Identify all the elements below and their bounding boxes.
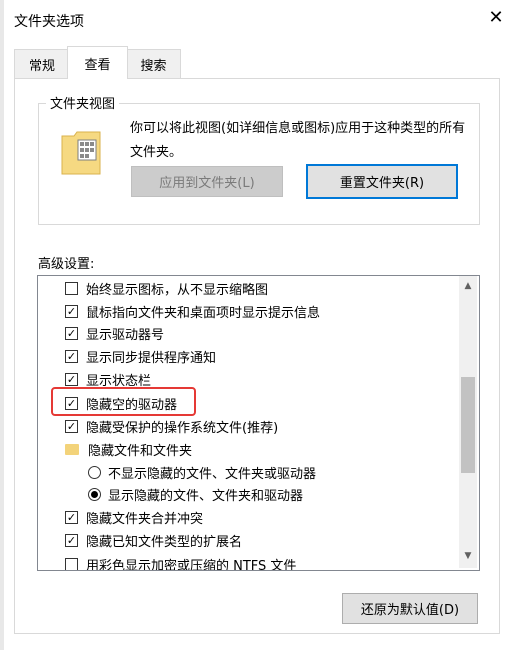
advanced-settings-label: 高级设置: <box>38 257 95 272</box>
setting-show-status-bar[interactable]: ✓ 显示状态栏 <box>65 368 151 390</box>
setting-label: 隐藏文件和文件夹 <box>88 443 193 459</box>
radio-button[interactable] <box>88 487 101 501</box>
checkbox[interactable]: ✓ <box>65 396 78 410</box>
setting-color-ntfs[interactable]: 用彩色显示加密或压缩的 NTFS 文件 <box>65 553 297 571</box>
background-window-edge <box>0 0 4 650</box>
tab-general[interactable]: 常规 <box>14 49 70 78</box>
setting-hide-extensions[interactable]: ✓ 隐藏已知文件类型的扩展名 <box>65 529 242 551</box>
setting-label: 始终显示图标，从不显示缩略图 <box>86 282 269 298</box>
checkbox[interactable]: ✓ <box>65 533 78 547</box>
tab-view[interactable]: 查看 <box>67 46 128 79</box>
setting-show-hidden[interactable]: 显示隐藏的文件、文件夹和驱动器 <box>88 483 303 505</box>
setting-show-popup-description[interactable]: ✓ 鼠标指向文件夹和桌面项时显示提示信息 <box>65 300 320 322</box>
setting-label: 显示同步提供程序通知 <box>86 350 217 366</box>
apply-to-folders-button[interactable]: 应用到文件夹(L) <box>131 166 283 197</box>
setting-hide-empty-drives[interactable]: ✓ 隐藏空的驱动器 <box>65 392 177 414</box>
checkbox[interactable]: ✓ <box>65 372 78 386</box>
setting-label: 隐藏已知文件类型的扩展名 <box>86 534 243 550</box>
tab-search[interactable]: 搜索 <box>126 49 181 78</box>
setting-label: 用彩色显示加密或压缩的 NTFS 文件 <box>86 558 297 571</box>
setting-label: 显示驱动器号 <box>86 327 165 343</box>
checkbox[interactable] <box>65 557 78 570</box>
setting-label: 不显示隐藏的文件、文件夹或驱动器 <box>108 466 317 482</box>
scroll-down-icon[interactable]: ▼ <box>459 548 477 564</box>
setting-group-hidden-files: 隐藏文件和文件夹 <box>65 438 192 460</box>
setting-label: 显示状态栏 <box>86 373 152 389</box>
checkbox[interactable]: ✓ <box>65 304 78 318</box>
checkbox[interactable] <box>65 281 78 295</box>
checkbox[interactable]: ✓ <box>65 419 78 433</box>
dialog-title: 文件夹选项 <box>14 14 84 30</box>
folder-view-description: 你可以将此视图(如详细信息或图标)应用于这种类型的所有文件夹。 <box>130 121 466 160</box>
scroll-up-icon[interactable]: ▲ <box>459 278 477 294</box>
reset-folders-button[interactable]: 重置文件夹(R) <box>306 164 458 199</box>
close-icon[interactable]: ✕ <box>486 7 506 28</box>
setting-always-show-icons[interactable]: 始终显示图标，从不显示缩略图 <box>65 277 268 299</box>
checkbox[interactable]: ✓ <box>65 326 78 340</box>
setting-show-sync-notifications[interactable]: ✓ 显示同步提供程序通知 <box>65 345 216 367</box>
radio-button[interactable] <box>88 465 101 479</box>
checkbox[interactable]: ✓ <box>65 349 78 363</box>
setting-dont-show-hidden[interactable]: 不显示隐藏的文件、文件夹或驱动器 <box>88 461 316 483</box>
setting-hide-protected-os-files[interactable]: ✓ 隐藏受保护的操作系统文件(推荐) <box>65 415 278 437</box>
folder-icon <box>65 443 79 455</box>
setting-show-drive-letters[interactable]: ✓ 显示驱动器号 <box>65 322 164 344</box>
setting-hide-merge-conflicts[interactable]: ✓ 隐藏文件夹合并冲突 <box>65 506 203 528</box>
scrollbar-thumb[interactable] <box>461 377 475 473</box>
setting-label: 隐藏受保护的操作系统文件(推荐) <box>86 420 279 436</box>
advanced-settings-list[interactable]: 始终显示图标，从不显示缩略图 ✓ 鼠标指向文件夹和桌面项时显示提示信息 ✓ 显示… <box>37 275 480 571</box>
setting-label: 隐藏空的驱动器 <box>86 397 178 413</box>
setting-label: 显示隐藏的文件、文件夹和驱动器 <box>108 488 304 504</box>
folder-view-legend: 文件夹视图 <box>46 93 120 112</box>
setting-label: 隐藏文件夹合并冲突 <box>86 511 204 527</box>
restore-defaults-button[interactable]: 还原为默认值(D) <box>342 593 478 624</box>
checkbox[interactable]: ✓ <box>65 510 78 524</box>
setting-label: 鼠标指向文件夹和桌面项时显示提示信息 <box>86 305 321 321</box>
folder-view-icon <box>60 128 102 178</box>
